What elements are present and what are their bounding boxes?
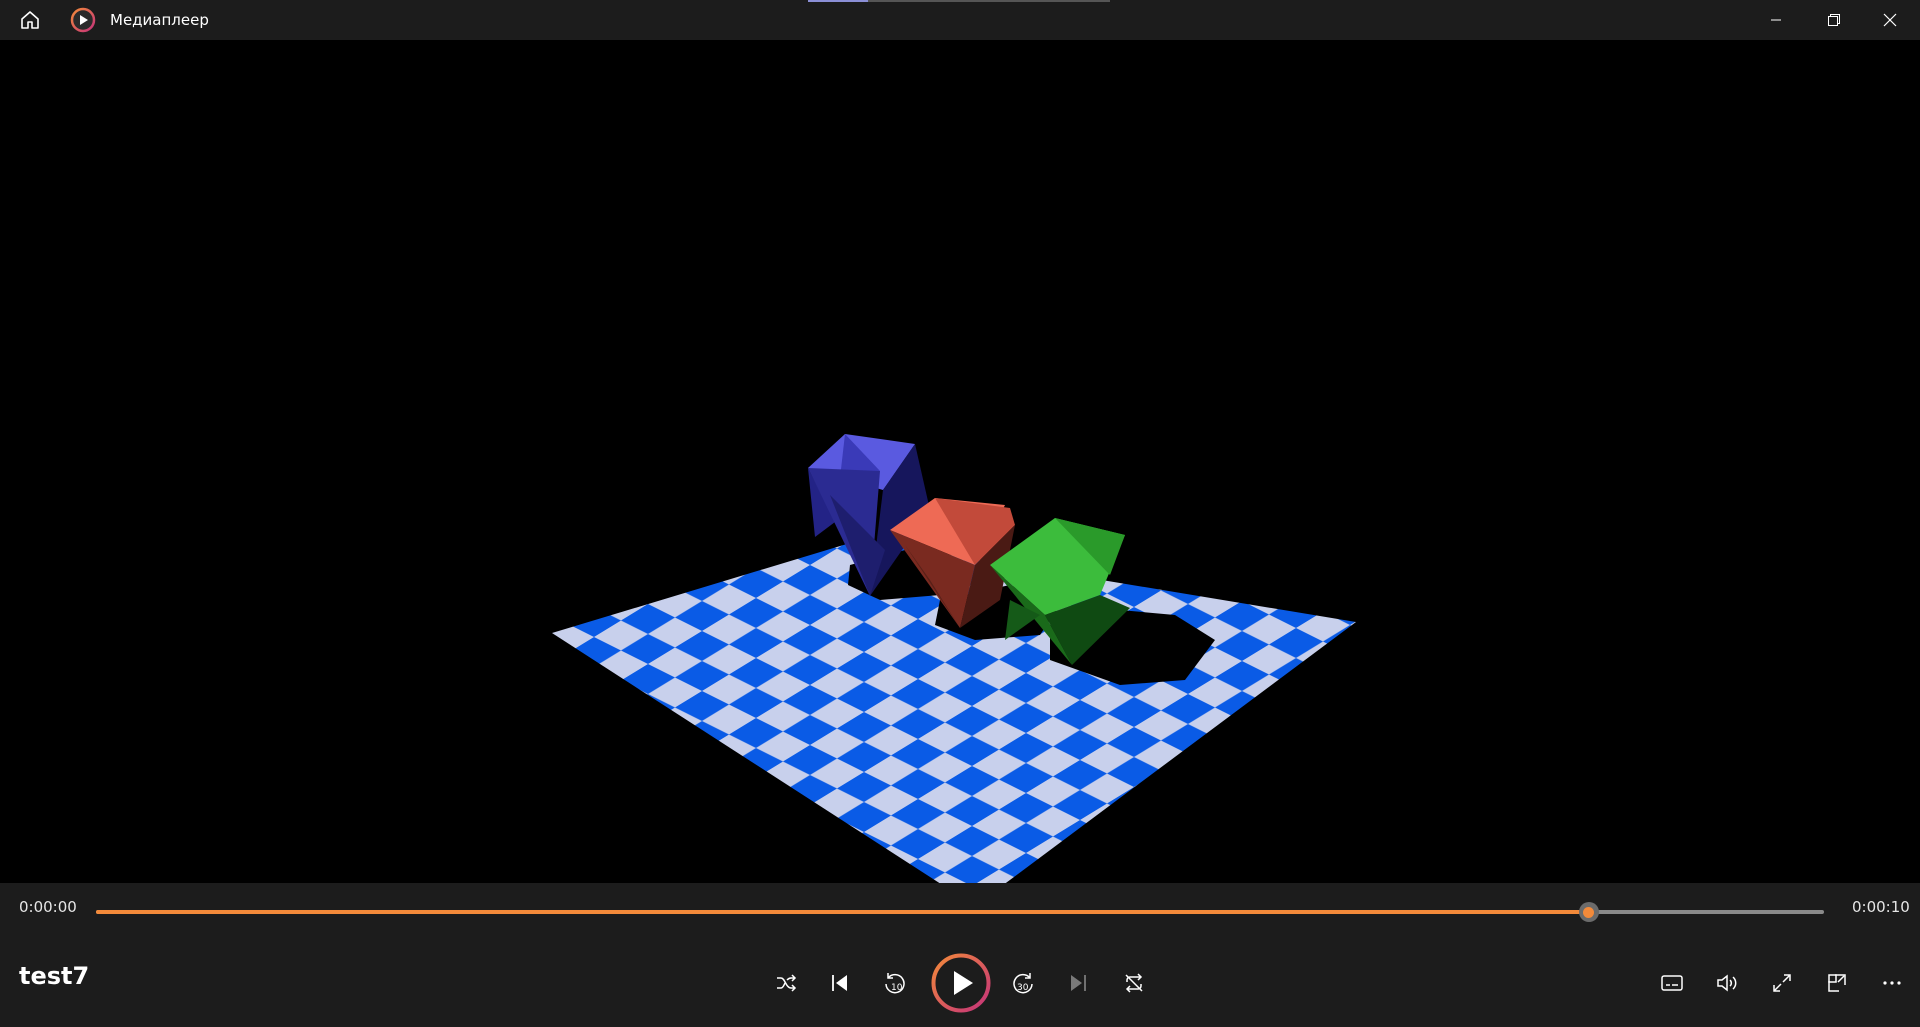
current-time: 0:00:00 [19, 898, 77, 916]
seek-thumb[interactable] [1578, 902, 1599, 922]
play-ring [931, 953, 991, 1013]
repeat-icon [1125, 973, 1143, 993]
volume-button[interactable] [1707, 963, 1747, 1003]
forward-seconds-label: 30 [1017, 983, 1029, 993]
next-button[interactable] [1058, 963, 1098, 1003]
more-options-button[interactable] [1872, 963, 1912, 1003]
home-button[interactable] [14, 6, 46, 34]
home-icon [21, 11, 39, 29]
seek-bar[interactable] [96, 902, 1824, 922]
title-bar: Медиаплеер [0, 0, 1920, 40]
repeat-button[interactable] [1114, 963, 1154, 1003]
total-time: 0:00:10 [1852, 898, 1910, 916]
video-frame [552, 434, 1356, 883]
forward-30-button[interactable]: 30 [1003, 963, 1043, 1003]
minimize-icon [1771, 19, 1781, 21]
media-title: test7 [19, 962, 90, 990]
maximize-icon [1828, 14, 1840, 26]
rewind-seconds-label: 10 [891, 983, 903, 993]
playback-controls: 0:00:00 0:00:10 test7 10 30 [0, 883, 1920, 1027]
window-drag-indicator [808, 0, 1110, 2]
more-options-icon [1883, 981, 1901, 985]
play-button[interactable] [930, 952, 992, 1014]
mini-player-icon [1828, 974, 1846, 992]
rewind-10-icon: 10 [885, 973, 905, 994]
media-player-app-icon [70, 7, 96, 33]
video-viewport[interactable] [0, 40, 1920, 883]
next-icon [1071, 975, 1086, 991]
maximize-button[interactable] [1806, 0, 1862, 40]
close-icon [1883, 13, 1897, 27]
rewind-10-button[interactable]: 10 [875, 963, 915, 1003]
fullscreen-icon [1773, 974, 1791, 992]
minimize-button[interactable] [1748, 0, 1804, 40]
previous-icon [832, 975, 847, 991]
app-title: Медиаплеер [110, 11, 209, 29]
fullscreen-button[interactable] [1762, 963, 1802, 1003]
subtitles-icon [1661, 975, 1683, 991]
shuffle-icon [777, 974, 797, 992]
seek-progress [96, 910, 1589, 914]
shuffle-button[interactable] [766, 963, 806, 1003]
mini-player-button[interactable] [1817, 963, 1857, 1003]
forward-30-icon: 30 [1013, 973, 1033, 994]
close-button[interactable] [1862, 0, 1918, 40]
previous-button[interactable] [820, 963, 860, 1003]
subtitles-button[interactable] [1652, 963, 1692, 1003]
volume-icon [1717, 974, 1737, 992]
